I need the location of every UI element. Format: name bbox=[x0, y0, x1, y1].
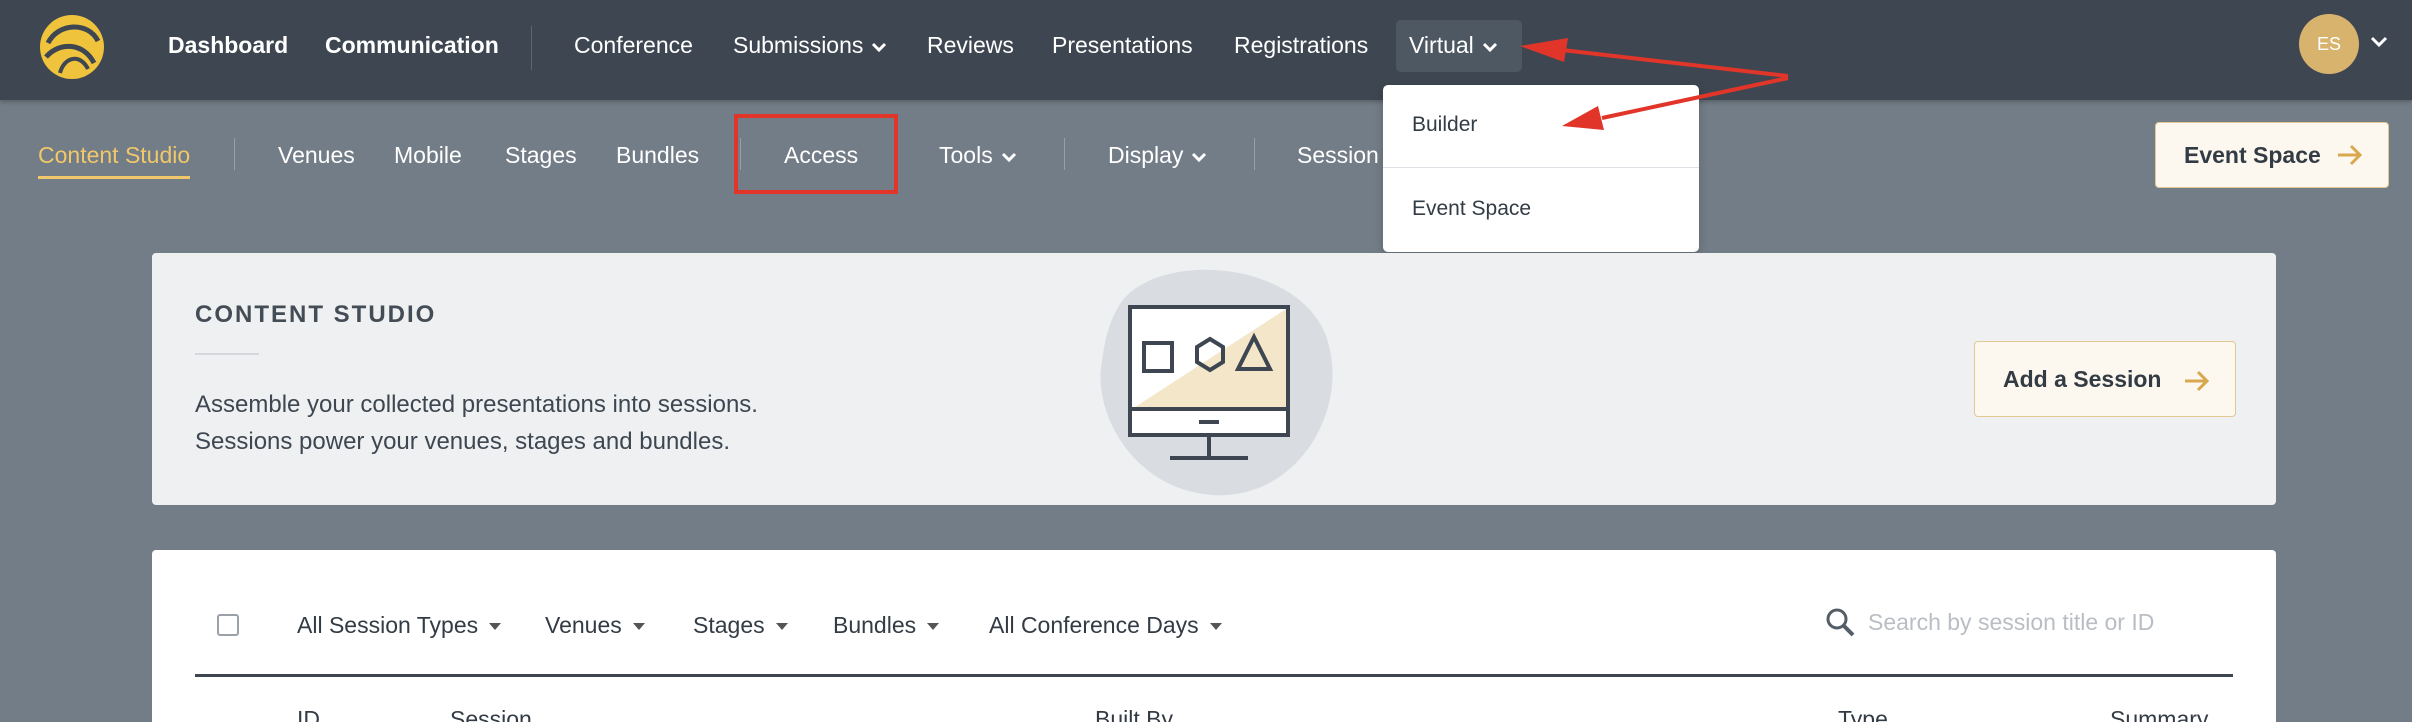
subnav-display-label: Display bbox=[1108, 142, 1184, 168]
page-title: CONTENT STUDIO bbox=[195, 301, 437, 328]
annotation-highlight-box bbox=[734, 114, 898, 194]
subnav-venues[interactable]: Venues bbox=[278, 140, 355, 170]
subnav-tools[interactable]: Tools bbox=[939, 140, 1017, 170]
arrow-right-icon bbox=[2338, 144, 2363, 166]
subnav-divider bbox=[1064, 138, 1065, 170]
column-header-built-by[interactable]: Built By bbox=[1095, 706, 1173, 722]
nav-reviews[interactable]: Reviews bbox=[927, 30, 1014, 60]
nav-registrations[interactable]: Registrations bbox=[1234, 30, 1368, 60]
hero-description-line1: Assemble your collected presentations in… bbox=[195, 391, 758, 418]
filter-label: Venues bbox=[545, 612, 622, 638]
event-space-button-label: Event Space bbox=[2184, 142, 2321, 168]
sessions-table-card: All Session Types Venues Stages Bundles … bbox=[152, 550, 2276, 722]
hero-description-line2: Sessions power your venues, stages and b… bbox=[195, 428, 730, 455]
caret-down-icon bbox=[1209, 622, 1222, 630]
subnav-stages[interactable]: Stages bbox=[505, 140, 577, 170]
subnav-tools-label: Tools bbox=[939, 142, 993, 168]
select-all-checkbox[interactable] bbox=[217, 614, 239, 636]
filter-stages[interactable]: Stages bbox=[693, 612, 789, 639]
active-tab-underline bbox=[38, 176, 190, 179]
monitor-illustration-icon bbox=[1100, 269, 1333, 496]
nav-conference[interactable]: Conference bbox=[574, 30, 693, 60]
subnav-display[interactable]: Display bbox=[1108, 140, 1207, 170]
app-logo-icon[interactable] bbox=[38, 13, 106, 81]
nav-communication[interactable]: Communication bbox=[325, 30, 499, 60]
filter-label: All Session Types bbox=[297, 612, 479, 638]
column-header-session[interactable]: Session bbox=[450, 706, 532, 722]
filter-bundles[interactable]: Bundles bbox=[833, 612, 940, 639]
nav-virtual[interactable]: Virtual bbox=[1409, 30, 1498, 60]
chevron-down-icon[interactable] bbox=[2370, 36, 2388, 48]
event-space-button[interactable]: Event Space bbox=[2155, 122, 2389, 188]
nav-submissions[interactable]: Submissions bbox=[733, 30, 887, 60]
chevron-down-icon bbox=[1001, 152, 1016, 163]
caret-down-icon bbox=[775, 622, 788, 630]
caret-down-icon bbox=[927, 622, 940, 630]
content-studio-hero: CONTENT STUDIO Assemble your collected p… bbox=[152, 253, 2276, 505]
column-header-summary[interactable]: Summary bbox=[2110, 706, 2208, 722]
menu-item-builder[interactable]: Builder bbox=[1412, 113, 1477, 137]
subnav-bundles[interactable]: Bundles bbox=[616, 140, 699, 170]
filter-label: Stages bbox=[693, 612, 765, 638]
nav-dashboard[interactable]: Dashboard bbox=[168, 30, 288, 60]
subnav-mobile[interactable]: Mobile bbox=[394, 140, 462, 170]
title-rule bbox=[195, 353, 259, 355]
add-session-button[interactable]: Add a Session bbox=[1974, 341, 2236, 417]
column-header-type[interactable]: Type bbox=[1838, 706, 1888, 722]
search-icon[interactable] bbox=[1824, 606, 1856, 638]
filter-venues[interactable]: Venues bbox=[545, 612, 646, 639]
chevron-down-icon bbox=[872, 42, 887, 53]
arrow-right-icon bbox=[2185, 370, 2210, 392]
caret-down-icon bbox=[489, 622, 502, 630]
menu-item-event-space[interactable]: Event Space bbox=[1412, 197, 1531, 221]
top-navbar: Dashboard Communication Conference Submi… bbox=[0, 0, 2412, 100]
filter-label: Bundles bbox=[833, 612, 917, 638]
chevron-down-icon bbox=[1482, 42, 1497, 53]
subnav-divider bbox=[234, 138, 235, 170]
filter-session-types[interactable]: All Session Types bbox=[297, 612, 502, 639]
nav-virtual-label: Virtual bbox=[1409, 32, 1474, 58]
user-avatar[interactable]: ES bbox=[2299, 14, 2359, 74]
subnav-divider bbox=[1254, 138, 1255, 170]
nav-presentations[interactable]: Presentations bbox=[1052, 30, 1193, 60]
nav-submissions-label: Submissions bbox=[733, 32, 864, 58]
filter-label: All Conference Days bbox=[989, 612, 1199, 638]
chevron-down-icon bbox=[1192, 152, 1207, 163]
menu-separator bbox=[1383, 167, 1699, 168]
table-header-rule bbox=[195, 674, 2233, 677]
subnav-content-studio[interactable]: Content Studio bbox=[38, 140, 190, 170]
filter-conference-days[interactable]: All Conference Days bbox=[989, 612, 1223, 639]
nav-divider bbox=[531, 26, 532, 70]
virtual-dropdown-menu: Builder Event Space bbox=[1383, 85, 1699, 252]
caret-down-icon bbox=[632, 622, 645, 630]
search-input[interactable] bbox=[1868, 602, 2188, 642]
add-session-button-label: Add a Session bbox=[2003, 366, 2162, 392]
column-header-id[interactable]: ID bbox=[297, 706, 320, 722]
